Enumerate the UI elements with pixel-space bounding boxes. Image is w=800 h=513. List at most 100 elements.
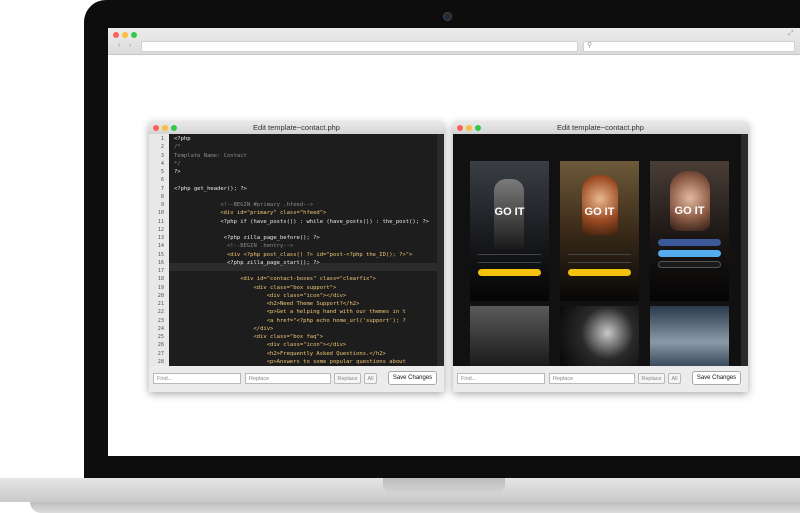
address-bar[interactable] [141, 41, 578, 52]
code-line: <?php [174, 136, 191, 142]
forward-icon[interactable]: › [125, 41, 135, 50]
line-number: 8 [160, 193, 164, 200]
line-number: 26 [157, 342, 164, 349]
scrollbar[interactable] [741, 134, 748, 366]
code-line: <h2>Need Theme Support?</h2> [174, 301, 360, 307]
username-field [568, 249, 631, 255]
line-number: 28 [157, 358, 164, 365]
search-icon: ⚲ [587, 42, 593, 49]
portrait-image [670, 171, 710, 231]
close-icon[interactable] [457, 125, 463, 131]
app-screen-login: GO IT [470, 161, 549, 301]
line-number: 22 [157, 309, 164, 316]
line-number: 7 [160, 185, 164, 192]
code-line: <?php zilla_page_start(); ?> [174, 259, 320, 266]
replace-input[interactable]: Replace [549, 373, 635, 384]
line-number: 4 [160, 160, 164, 167]
line-number: 27 [157, 350, 164, 357]
line-number: 12 [157, 226, 164, 233]
code-line: Template Name: Contact [174, 152, 247, 159]
line-number: 3 [160, 152, 164, 159]
line-number: 25 [157, 334, 164, 340]
maximize-icon[interactable] [171, 125, 177, 131]
preview-window: Edit template~contact.php GO IT GO IT GO… [453, 122, 748, 392]
code-line: */ [174, 160, 181, 167]
app-headline: GO IT [494, 206, 525, 218]
code-line: <div class="box faq"> [174, 334, 324, 340]
laptop-screen: ‹ › ⚲ ⤢ Edit template~contact.php 1 <?php… [108, 28, 800, 456]
minimize-icon[interactable] [162, 125, 168, 131]
close-icon[interactable] [113, 32, 119, 38]
line-number: 15 [157, 251, 164, 258]
save-changes-button[interactable]: Save Changes [692, 371, 741, 385]
facebook-button [658, 239, 721, 246]
maximize-icon[interactable] [475, 125, 481, 131]
replace-button[interactable]: Replace [638, 373, 665, 384]
line-number: 2 [160, 144, 164, 151]
password-field [568, 257, 631, 263]
fullscreen-icon[interactable]: ⤢ [788, 30, 794, 38]
line-number: 16 [157, 259, 164, 266]
line-number: 11 [157, 218, 164, 225]
portrait-image [582, 175, 618, 235]
app-screen-thumbnail [650, 306, 729, 366]
scrollbar[interactable] [437, 134, 444, 366]
window-titlebar: Edit template~contact.php [453, 122, 748, 134]
line-number: 14 [157, 243, 164, 250]
line-number: 21 [157, 301, 164, 307]
back-icon[interactable]: ‹ [114, 41, 124, 50]
password-field [478, 257, 541, 263]
line-number: 1 [160, 136, 164, 142]
code-line: <p>Answers to some popular questions abo… [174, 358, 406, 365]
sign-in-button [478, 269, 541, 276]
save-changes-button[interactable]: Save Changes [388, 371, 437, 385]
find-bar: Find... Replace Replace All Save Changes [453, 366, 748, 392]
minimize-icon[interactable] [466, 125, 472, 131]
find-input[interactable]: Find... [457, 373, 545, 384]
app-screen-thumbnail [560, 306, 639, 366]
line-number: 24 [157, 325, 164, 332]
code-line: ?> [174, 169, 181, 175]
browser-toolbar: ‹ › ⚲ ⤢ [108, 28, 800, 55]
replace-all-button[interactable]: All [364, 373, 377, 384]
code-line: <?php if (have_posts()) : while (have_po… [174, 218, 429, 225]
design-preview: GO IT GO IT GO IT [453, 134, 741, 366]
replace-button[interactable]: Replace [334, 373, 361, 384]
sign-in-button [568, 269, 631, 276]
code-line: </div> [174, 325, 274, 332]
code-line: <p>Get a helping hand with our themes in… [174, 309, 406, 316]
line-number: 20 [157, 292, 164, 299]
code-line: <div class="box support"> [174, 284, 337, 291]
window-title: Edit template~contact.php [557, 123, 644, 132]
line-number: 9 [160, 202, 164, 208]
line-number: 18 [157, 276, 164, 283]
app-headline: GO IT [584, 206, 615, 218]
line-number: 13 [157, 235, 164, 241]
code-line: /* [174, 144, 181, 151]
code-line: <?php get_header(); ?> [174, 185, 247, 192]
code-line: <h2>Frequently Asked Questions.</h2> [174, 350, 386, 357]
laptop-base-edge [30, 502, 800, 513]
line-number: 5 [160, 169, 164, 175]
code-area[interactable]: 1 <?php 2 /* 3 Template Name: Contact 4 */ 5 ?> 6 7… [149, 134, 437, 366]
code-line: <div <?php post_class() ?> id="post-<?ph… [174, 251, 413, 258]
find-bar: Find... Replace Replace All Save Changes [149, 366, 444, 392]
line-number: 17 [157, 268, 164, 274]
window-titlebar: Edit template~contact.php [149, 122, 444, 134]
app-screen-thumbnail [470, 306, 549, 366]
line-number: 23 [157, 317, 164, 324]
replace-input[interactable]: Replace [245, 373, 331, 384]
find-input[interactable]: Find... [153, 373, 241, 384]
twitter-button [658, 250, 721, 257]
close-icon[interactable] [153, 125, 159, 131]
line-number: 10 [157, 210, 164, 217]
code-line: <div id="primary" class="hfeed"> [174, 210, 327, 217]
minimize-icon[interactable] [122, 32, 128, 38]
code-line: <!--BEGIN .hentry--> [174, 243, 294, 250]
code-line: <div id="contact-boxes" class="clearfix"… [174, 276, 376, 283]
maximize-icon[interactable] [131, 32, 137, 38]
line-number: 19 [157, 284, 164, 291]
browser-search-input[interactable]: ⚲ [583, 41, 795, 52]
replace-all-button[interactable]: All [668, 373, 681, 384]
app-headline: GO IT [674, 205, 705, 217]
